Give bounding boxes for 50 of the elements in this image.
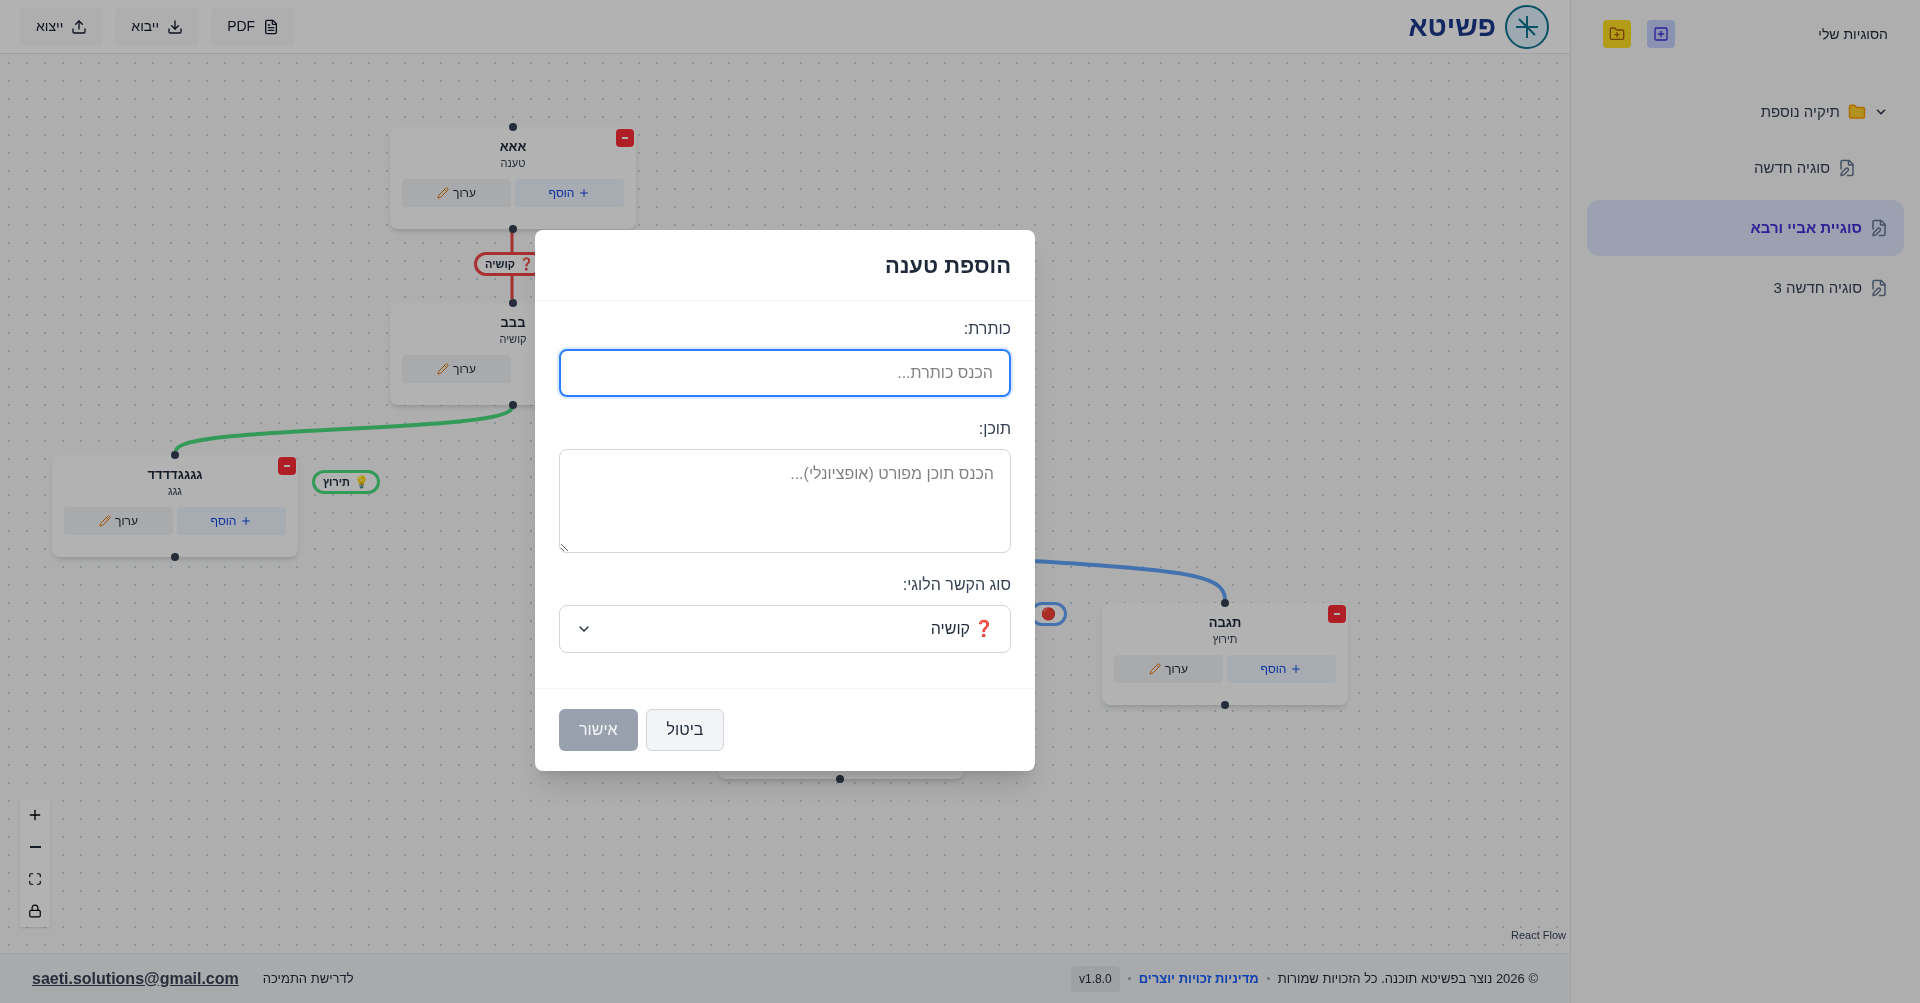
edge-text: תירוץ	[323, 474, 350, 490]
link-type-select[interactable]: ❓ קושיה	[559, 605, 1011, 653]
edge-icon: 💡	[353, 473, 369, 491]
field-label: תוכן:	[977, 419, 1011, 439]
edit-button[interactable]: ערוך	[64, 507, 173, 535]
toolbar-button[interactable]: ייבוא	[115, 7, 200, 46]
sidebar-item[interactable]: סוגיה חדשה 3	[1587, 260, 1904, 316]
logo-text: פשיטא	[1408, 9, 1496, 44]
title-field[interactable]: הכנס כותרת...	[559, 349, 1011, 397]
edit-button[interactable]: ערוך	[402, 355, 511, 383]
node-subtitle: גגג	[168, 484, 182, 499]
content-field[interactable]: הכנס תוכן מפורט (אופציונלי)...	[559, 449, 1011, 553]
field-label: סוג הקשר הלוגי:	[901, 575, 1011, 595]
edit-button[interactable]: ערוך	[1114, 655, 1223, 683]
edge-label[interactable]: 💡 תירוץ	[312, 470, 380, 494]
node-subtitle: קושיה	[499, 332, 527, 347]
toolbar-button[interactable]: ייצוא	[20, 7, 104, 46]
add-button[interactable]: הוסף	[177, 507, 286, 535]
sidebar-item[interactable]: סוגיה חדשה	[1587, 140, 1872, 196]
policy-link[interactable]: מדיניות זכויות יוצרים	[1138, 968, 1259, 989]
sidebar-title: הסוגיות שלי	[1818, 24, 1888, 44]
edge-icon: ❓	[518, 255, 534, 273]
question-icon: ❓	[974, 617, 994, 641]
node-title: אאא	[499, 139, 527, 155]
node-title: תגבה	[1208, 615, 1242, 631]
node-title: בבב	[500, 315, 526, 331]
cancel-button[interactable]: ביטול	[645, 709, 725, 751]
node-subtitle: תירוץ	[1212, 632, 1238, 647]
support-text: לדרישת התמיכה	[262, 969, 354, 988]
item-label: סוגיה חדשה 3	[1773, 277, 1862, 298]
select-value: קושיה	[930, 619, 970, 639]
dialog-title: הוספת טענה	[885, 251, 1011, 280]
add-button[interactable]: הוסף	[1227, 655, 1336, 683]
edit-button[interactable]: ערוך	[402, 179, 511, 207]
node-title: גגגגדדדד	[147, 467, 203, 483]
item-label: סוגיה חדשה	[1754, 157, 1830, 178]
edge-text: קושיה	[485, 256, 515, 272]
node-subtitle: טענה	[500, 156, 526, 171]
edge-icon: 🔴	[1041, 605, 1056, 623]
sidebar-item[interactable]: סוגיית אביי ורבא	[1587, 200, 1904, 256]
item-label: תיקיה נוספת	[1760, 101, 1840, 122]
item-label: סוגיית אביי ורבא	[1750, 217, 1862, 238]
sidebar-item[interactable]: תיקיה נוספת	[1587, 84, 1904, 140]
email-link[interactable]: saeti.solutions@gmail.com	[32, 966, 239, 991]
field-label: כותרת:	[962, 319, 1011, 339]
attribution-link[interactable]: React Flow	[1510, 926, 1566, 943]
version-badge: v1.8.0	[1071, 965, 1120, 992]
copyright-text: © 2026 נוצר בפשיטא תוכנה. כל הזכויות שמורות	[1277, 969, 1538, 988]
add-button[interactable]: הוסף	[515, 179, 624, 207]
toolbar-button[interactable]: PDF	[211, 7, 296, 46]
